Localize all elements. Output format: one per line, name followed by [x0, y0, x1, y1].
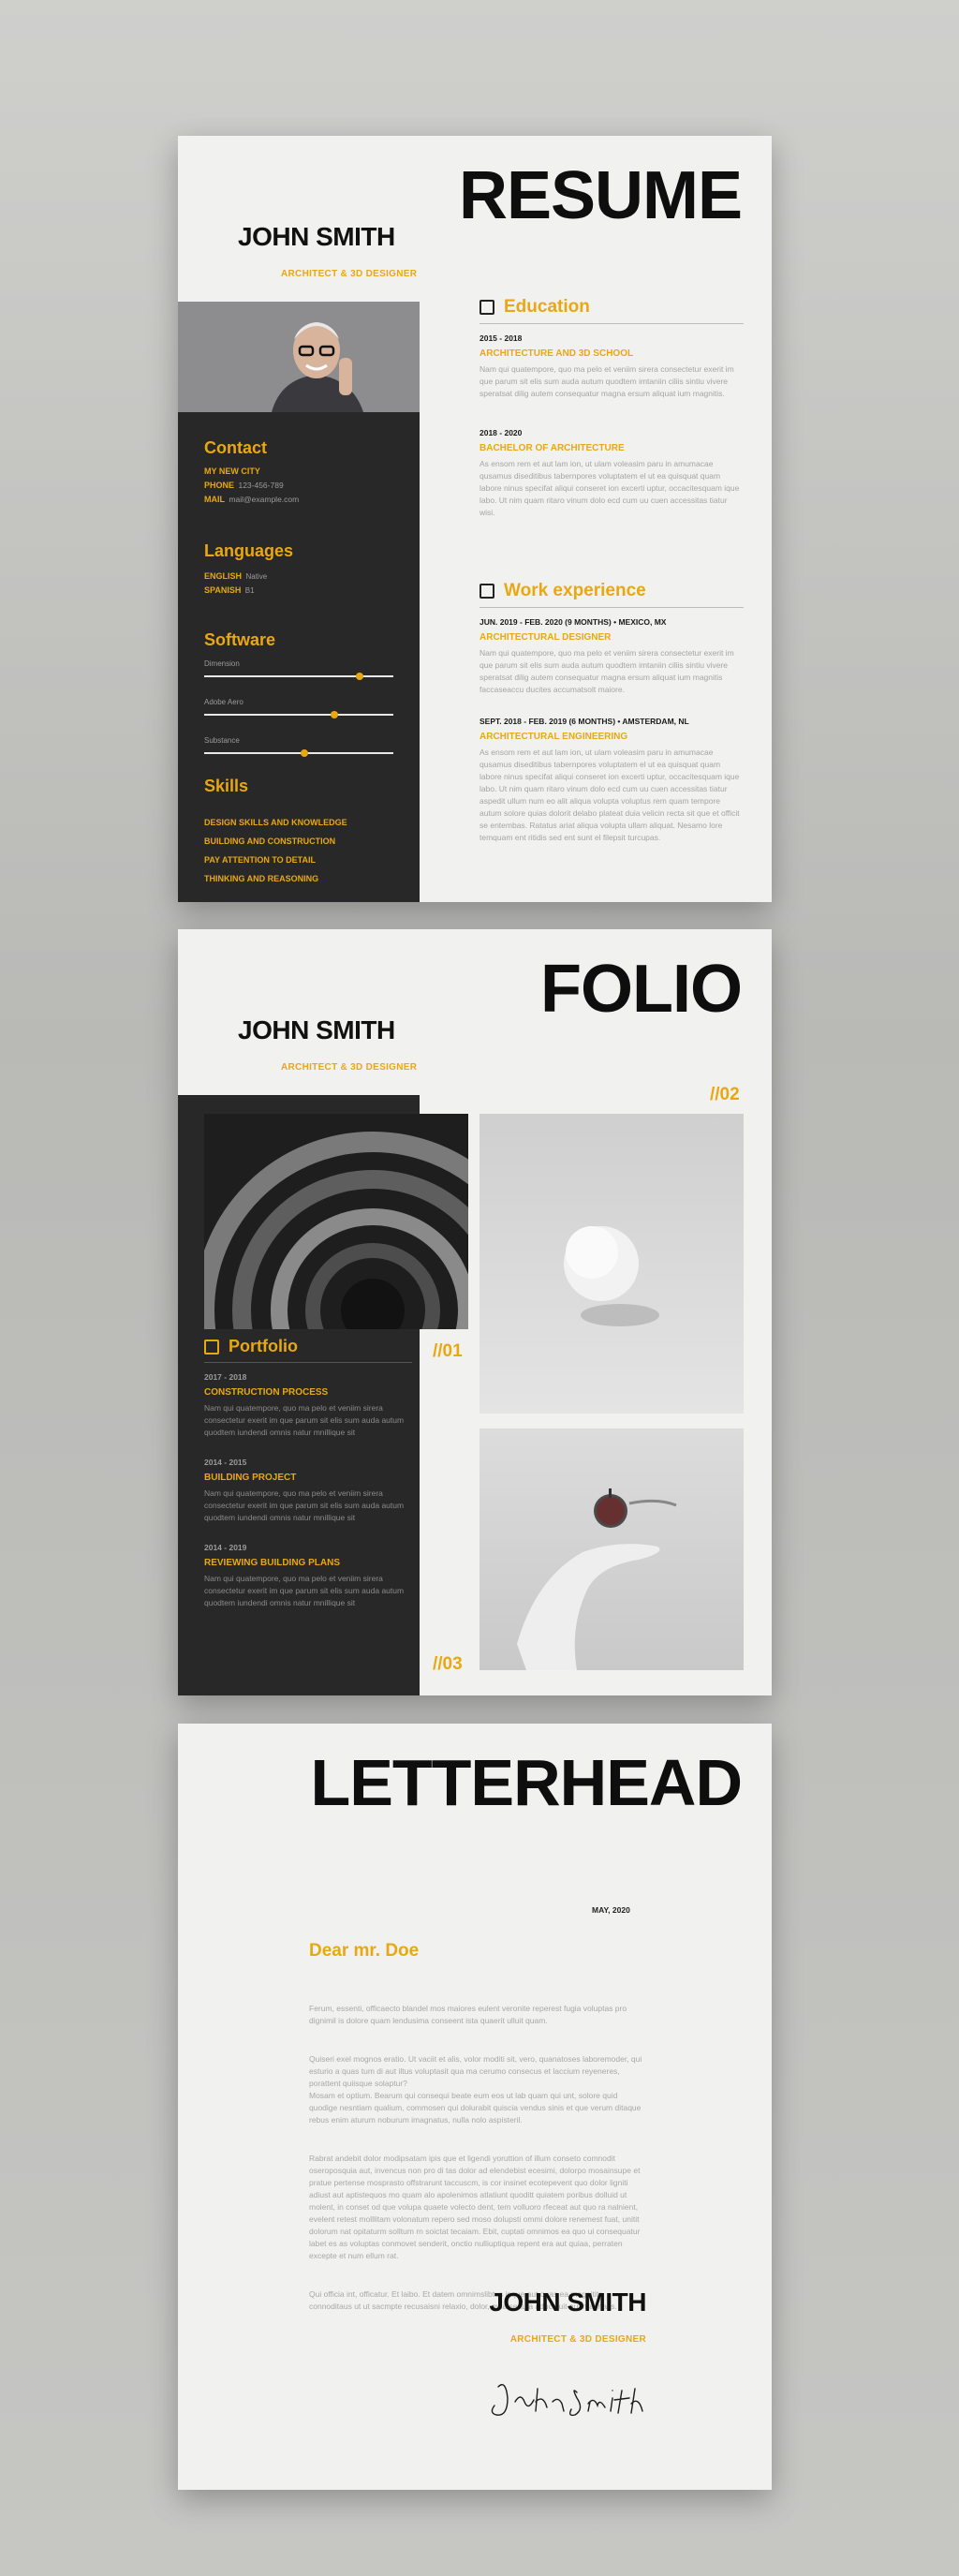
profile-photo — [178, 302, 420, 412]
portfolio-date: 2014 - 2019 — [204, 1543, 247, 1552]
software-list: Dimension Adobe Aero Substance — [204, 659, 393, 760]
resume-role: ARCHITECT & 3D DESIGNER — [281, 269, 418, 279]
portfolio-title: CONSTRUCTION PROCESS — [204, 1387, 329, 1398]
skill-item: PAY ATTENTION TO DETAIL — [204, 855, 317, 865]
staircase-photo — [204, 1114, 468, 1329]
skill-item: THINKING AND REASONING — [204, 874, 319, 883]
folio-title: FOLIO — [540, 952, 743, 1027]
software-name: Adobe Aero — [204, 698, 243, 706]
portfolio-date: 2014 - 2015 — [204, 1458, 247, 1467]
letter-paragraph: Quiseri exel mognos eratio. Ut vaciit et… — [309, 2054, 642, 2124]
letterhead-page: LETTERHEAD MAY, 2020 Dear mr. Doe Ferum,… — [178, 1724, 772, 2490]
contact-heading: Contact — [204, 438, 267, 457]
building-icon — [480, 584, 494, 599]
resume-page: RESUME JOHN SMITH ARCHITECT & 3D DESIGNE… — [178, 136, 772, 902]
portfolio-heading: Portfolio — [204, 1337, 412, 1356]
resume-name: JOHN SMITH — [238, 222, 395, 251]
education-text: As ensom rem et aut lam ion, ut ulam vol… — [480, 459, 740, 517]
document-icon — [480, 300, 494, 315]
work-title: ARCHITECTURAL DESIGNER — [480, 632, 612, 643]
mail-label: MAIL — [204, 495, 225, 504]
work-title: ARCHITECTURAL ENGINEERING — [480, 732, 628, 742]
contact-block: MY NEW CITY PHONE 123-456-789 MAIL mail@… — [204, 466, 393, 506]
letter-body: Ferum, essenti, officaecto blandel mos m… — [309, 1986, 644, 2339]
work-text: Nam qui quatempore, quo ma pelo et venii… — [480, 648, 734, 694]
portfolio-text: Nam qui quatempore, quo ma pelo et venii… — [204, 1574, 405, 1607]
folio-name: JOHN SMITH — [238, 1015, 395, 1044]
document-icon — [204, 1339, 219, 1355]
letter-role: ARCHITECT & 3D DESIGNER — [509, 2334, 646, 2345]
education-section-title: Education — [480, 297, 744, 318]
languages-list: ENGLISH Native SPANISH B1 — [204, 569, 393, 597]
hand-apple-render — [480, 1429, 744, 1670]
software-level-bar — [204, 708, 393, 721]
image-number-03: //03 — [433, 1654, 463, 1674]
language-item: SPANISH B1 — [204, 585, 255, 595]
language-item: ENGLISH Native — [204, 571, 268, 581]
folio-page: FOLIO JOHN SMITH ARCHITECT & 3D DESIGNER… — [178, 929, 772, 1695]
software-level-bar — [204, 670, 393, 683]
skills-list: DESIGN SKILLS AND KNOWLEDGE BUILDING AND… — [204, 813, 393, 888]
portfolio-title: REVIEWING BUILDING PLANS — [204, 1558, 341, 1568]
languages-heading: Languages — [204, 541, 294, 560]
resume-sidebar: Contact MY NEW CITY PHONE 123-456-789 MA… — [178, 412, 420, 902]
education-title: BACHELOR OF ARCHITECTURE — [480, 443, 625, 453]
work-text: As ensom rem et aut lam ion, ut ulam vol… — [480, 748, 740, 842]
image-number-01: //01 — [433, 1341, 463, 1361]
skill-item: DESIGN SKILLS AND KNOWLEDGE — [204, 818, 347, 827]
portfolio-list: Portfolio 2017 - 2018 CONSTRUCTION PROCE… — [204, 1337, 412, 1609]
skills-heading: Skills — [204, 777, 249, 795]
mail-value: mail@example.com — [229, 495, 300, 504]
folio-role: ARCHITECT & 3D DESIGNER — [281, 1062, 418, 1073]
sphere-render — [480, 1114, 744, 1414]
portfolio-text: Nam qui quatempore, quo ma pelo et venii… — [204, 1403, 405, 1437]
image-number-02: //02 — [710, 1085, 740, 1104]
letter-name: JOHN SMITH — [489, 2287, 646, 2317]
software-name: Dimension — [204, 659, 240, 668]
letter-date: MAY, 2020 — [592, 1905, 630, 1915]
letter-paragraph: Rabrat andebit dolor modipsatam ipis que… — [309, 2154, 641, 2260]
handwritten-signature — [487, 2370, 674, 2426]
letterhead-title: LETTERHEAD — [310, 1746, 743, 1819]
software-name: Substance — [204, 736, 240, 745]
phone-value: 123-456-789 — [238, 481, 284, 490]
portfolio-date: 2017 - 2018 — [204, 1372, 247, 1382]
work-date: SEPT. 2018 - FEB. 2019 (6 MONTHS) • AMST… — [480, 717, 689, 726]
letter-greeting: Dear mr. Doe — [309, 1941, 420, 1961]
contact-city: MY NEW CITY — [204, 466, 260, 476]
letter-paragraph: Ferum, essenti, officaecto blandel mos m… — [309, 2004, 627, 2025]
software-heading: Software — [204, 630, 276, 649]
education-date: 2015 - 2018 — [480, 333, 523, 343]
software-level-bar — [204, 747, 393, 760]
skill-item: BUILDING AND CONSTRUCTION — [204, 836, 336, 846]
portfolio-title: BUILDING PROJECT — [204, 1473, 297, 1483]
work-date: JUN. 2019 - FEB. 2020 (9 MONTHS) • MEXIC… — [480, 617, 667, 627]
education-text: Nam qui quatempore, quo ma pelo et venii… — [480, 364, 734, 398]
work-section-title: Work experience — [480, 581, 744, 601]
education-title: ARCHITECTURE AND 3D SCHOOL — [480, 348, 634, 359]
resume-main-column: Education 2015 - 2018 ARCHITECTURE AND 3… — [480, 297, 744, 844]
resume-title: RESUME — [458, 158, 743, 233]
education-date: 2018 - 2020 — [480, 428, 523, 437]
portfolio-text: Nam qui quatempore, quo ma pelo et venii… — [204, 1488, 405, 1522]
phone-label: PHONE — [204, 481, 235, 490]
